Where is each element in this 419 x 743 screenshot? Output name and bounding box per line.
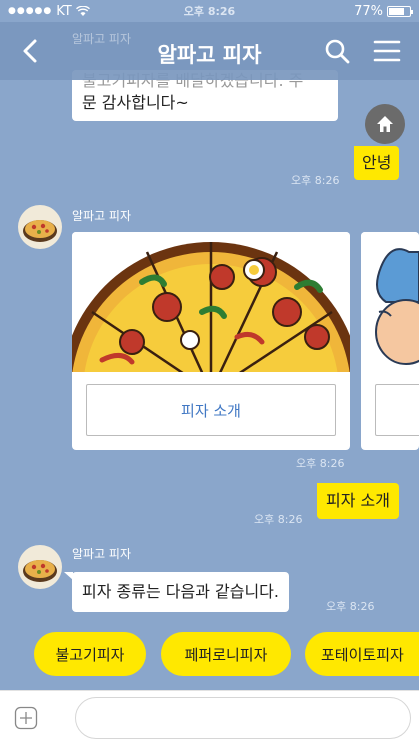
quick-reply-bulgogi[interactable]: 불고기피자 [34,632,146,676]
bot-avatar[interactable] [18,205,62,249]
menu-icon[interactable] [370,34,404,68]
home-icon [377,116,393,132]
battery-fill [389,7,405,15]
message-input-bar [0,690,419,743]
pizza-image [72,232,350,372]
carousel-card: 피자 소개 [72,232,350,450]
bubble-tail [317,483,326,491]
message-time: 오후 8:26 [291,174,340,187]
chat-header: 알파고 피자 알파고 피자 [0,22,419,80]
chat-title: 알파고 피자 [157,43,262,67]
pizza-avatar-icon [23,220,57,242]
sender-name: 알파고 피자 [72,547,132,561]
message-input[interactable] [75,697,411,739]
carousel-next-button[interactable] [375,384,419,436]
status-time: 오후 8:26 [183,5,236,18]
home-button[interactable] [365,104,405,144]
status-bar: ●●●●● KT 오후 8:26 77% [0,0,419,22]
card-time: 오후 8:26 [296,457,345,470]
pizza-intro-button[interactable]: 피자 소개 [86,384,336,436]
quick-reply-pepperoni[interactable]: 페퍼로니피자 [161,632,291,676]
carousel-card-next [361,232,419,450]
message-time: 오후 8:26 [254,513,303,526]
user-message-pizza-intro: 피자 소개 [317,483,399,519]
bot-message-pizza-types: 피자 종류는 다음과 같습니다. [72,572,289,612]
message-time: 오후 8:26 [326,600,375,613]
quick-reply-potato[interactable]: 포테이토피자 [305,632,419,676]
chef-image [361,232,419,372]
bot-avatar[interactable] [18,545,62,589]
sender-name: 알파고 피자 [72,209,132,223]
attach-plus-icon[interactable] [14,706,38,730]
bot-message-line2: 문 감사합니다~ [82,93,189,112]
pizza-avatar-icon [23,560,57,582]
search-icon[interactable] [320,34,354,68]
bubble-tail [354,146,363,154]
battery-icon [387,5,413,17]
